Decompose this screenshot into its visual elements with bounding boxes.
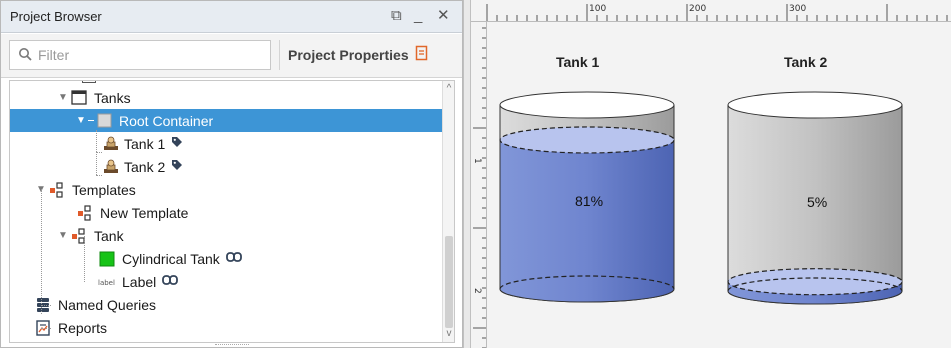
tree-item-label: Reports	[58, 319, 108, 336]
tree-item-tank-1[interactable]: Tank 1	[10, 129, 442, 155]
project-properties-button[interactable]: Project Properties	[279, 40, 437, 70]
ruler-label: 200	[689, 4, 706, 14]
close-icon[interactable]: ✕	[437, 7, 450, 25]
tree-item-root-container[interactable]: ▼ Root Container	[10, 109, 442, 132]
tree-guide	[84, 236, 85, 282]
tree-item-label: Templates	[72, 181, 136, 198]
window-icon	[70, 90, 88, 106]
expand-arrow-icon[interactable]: ▼	[56, 230, 70, 241]
horizontal-ruler: 100 200 300	[471, 0, 951, 22]
liquid-surface	[499, 126, 675, 154]
search-icon	[18, 47, 34, 67]
ruler-label: 100	[589, 4, 606, 14]
restore-icon[interactable]: ⧉	[391, 7, 402, 25]
resize-grip[interactable]	[215, 344, 249, 347]
tree-item-label: Tanks	[94, 89, 131, 106]
ruler-label: 2	[472, 288, 482, 294]
tree-item-label: Tank 1	[124, 135, 166, 152]
scrollbar-thumb[interactable]	[445, 236, 453, 328]
scroll-down-icon[interactable]: v	[444, 328, 454, 339]
tree-item-label: Root Container	[119, 112, 214, 129]
tag-icon[interactable]	[171, 136, 183, 151]
tanks-drawing	[499, 91, 903, 305]
project-browser-titlebar: Project Browser ⧉ _ ✕	[1, 1, 462, 33]
tree-item-label: Label	[122, 273, 157, 290]
svg-text:label: label	[98, 279, 115, 287]
tree-item-label: Tank	[94, 227, 124, 244]
tree-item-new-template[interactable]: New Template	[10, 201, 442, 224]
link-icon[interactable]	[162, 274, 179, 289]
tag-icon[interactable]	[171, 159, 183, 174]
tree-item-tanks[interactable]: ▼ Tanks	[10, 86, 442, 109]
vertical-ruler: 12	[471, 22, 487, 348]
expand-arrow-icon[interactable]: ▼	[56, 92, 70, 103]
browser-toolbar: Project Properties	[1, 34, 462, 78]
tank-top	[727, 91, 903, 119]
filter-box	[9, 40, 271, 70]
tree-guide	[41, 189, 42, 314]
green-square-icon	[98, 251, 116, 267]
tree-item-tank-2[interactable]: Tank 2	[10, 151, 442, 178]
designer-area: 100 200 300 12 Tank 1 Tank 2 81% 5%	[471, 0, 951, 348]
tank-percent: 5%	[807, 194, 828, 210]
tree-item-label-component[interactable]: label Label	[10, 270, 442, 293]
templates-icon	[76, 204, 94, 221]
tree-item-label: Named Queries	[58, 296, 157, 313]
tree-item-label: Cylindrical Tank	[122, 250, 220, 267]
tree-item-cylindrical-tank[interactable]: Cylindrical Tank	[10, 247, 442, 270]
project-browser-panel: Project Browser ⧉ _ ✕ Project Properties…	[0, 0, 463, 348]
tree-guide	[41, 328, 51, 329]
tree-item-label: Tank 2	[124, 158, 166, 175]
ruler-label: 300	[789, 4, 806, 14]
expand-arrow-icon[interactable]: ▼	[74, 115, 88, 126]
templates-icon	[70, 227, 88, 244]
tree-guide	[41, 305, 51, 306]
tank-top	[499, 91, 675, 119]
scroll-up-icon[interactable]: ^	[444, 83, 454, 94]
tree-item-label: New Template	[100, 204, 189, 221]
template-instance-icon	[102, 136, 120, 152]
tree-item-templates[interactable]: ▼ Templates	[10, 178, 442, 201]
panel-title: Project Browser	[10, 9, 102, 24]
templates-icon	[48, 181, 66, 198]
filter-input[interactable]	[38, 44, 263, 66]
ruler-label: 1	[472, 158, 482, 164]
project-properties-icon	[415, 45, 429, 65]
template-instance-icon	[102, 159, 120, 175]
tree-item-named-queries[interactable]: Named Queries	[10, 293, 442, 316]
design-canvas[interactable]: Tank 1 Tank 2 81% 5%	[488, 23, 951, 348]
tree-item-tank-template[interactable]: ▼ Tank	[10, 224, 442, 247]
panel-splitter[interactable]	[463, 0, 471, 348]
tree-scrollbar[interactable]: ^ v	[442, 81, 454, 342]
link-icon[interactable]	[225, 251, 242, 266]
tank-percent: 81%	[575, 193, 604, 209]
label-icon: label	[98, 274, 116, 290]
container-icon	[95, 113, 113, 129]
tank-liquid	[499, 139, 675, 303]
project-properties-label: Project Properties	[288, 47, 409, 63]
minimize-icon[interactable]: _	[414, 7, 422, 25]
project-tree: ▼ Tanks ▼ Root Container Tank 1 Tank 2 ▼…	[9, 80, 455, 343]
tree-item-reports[interactable]: Reports	[10, 316, 442, 339]
